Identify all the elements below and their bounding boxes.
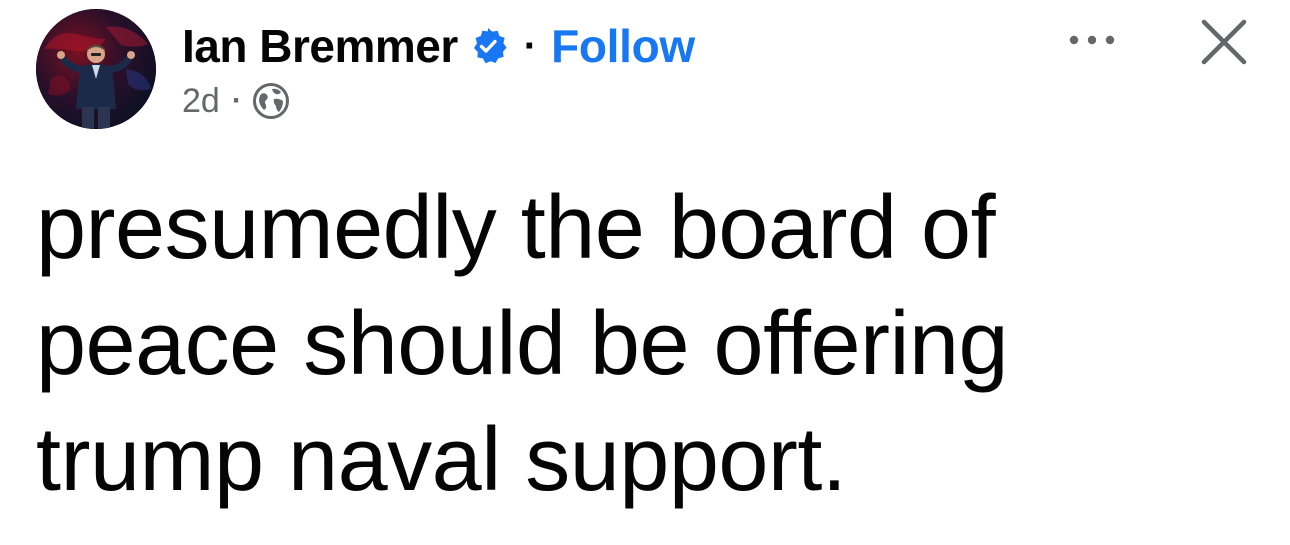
- globe-icon: [252, 82, 290, 120]
- avatar-photo: [36, 9, 156, 129]
- meta-separator-dot: ·: [231, 84, 242, 117]
- author-name[interactable]: Ian Bremmer: [182, 19, 458, 73]
- follow-button[interactable]: Follow: [551, 19, 695, 73]
- author-avatar[interactable]: [36, 9, 156, 129]
- author-line: Ian Bremmer · Follow: [182, 17, 695, 75]
- separator-dot: ·: [523, 23, 538, 68]
- verified-badge-icon: [468, 26, 508, 66]
- post-text: presumedly the board of peace should be …: [36, 170, 1256, 518]
- post-text-line: peace should be offering: [36, 294, 1009, 394]
- post-text-line: trump naval support.: [36, 410, 847, 510]
- close-icon[interactable]: [1196, 14, 1252, 70]
- post-text-line: presumedly the board of: [36, 178, 996, 278]
- post-card: Ian Bremmer · Follow 2d · presumedly the…: [0, 0, 1290, 545]
- post-meta: 2d ·: [182, 79, 290, 123]
- more-options-icon[interactable]: [1062, 22, 1122, 58]
- post-timestamp[interactable]: 2d: [182, 82, 220, 121]
